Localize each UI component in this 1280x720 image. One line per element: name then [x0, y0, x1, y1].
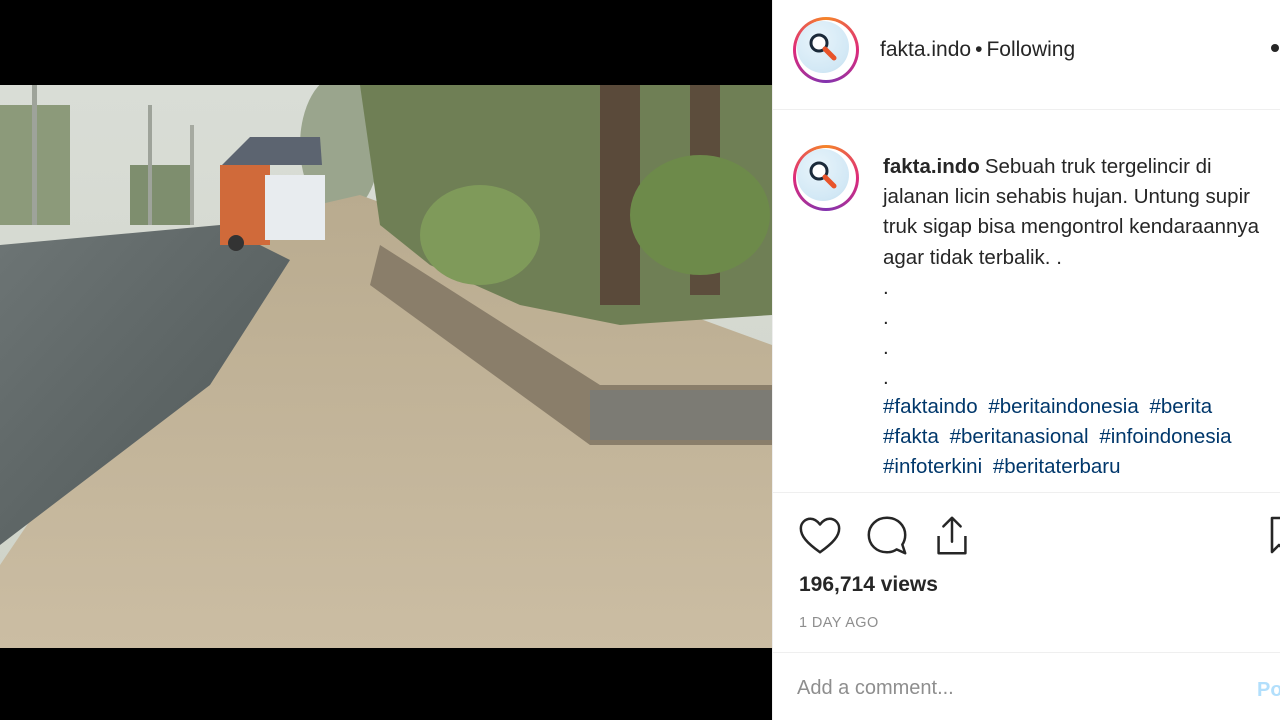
share-icon[interactable]: [929, 513, 975, 559]
caption-text: fakta.indo Sebuah truk tergelincir di jal…: [883, 152, 1279, 394]
hashtag-link[interactable]: #beritaindonesia: [988, 395, 1138, 418]
post-timestamp[interactable]: 1 DAY AGO: [799, 615, 879, 631]
video-player[interactable]: [0, 0, 772, 720]
comment-input[interactable]: [797, 677, 1217, 700]
hashtag-link[interactable]: #beritaterbaru: [993, 455, 1121, 478]
bookmark-icon[interactable]: [1269, 515, 1280, 555]
caption-avatar[interactable]: [793, 145, 859, 211]
following-button[interactable]: Following: [986, 38, 1075, 61]
hashtag-link[interactable]: #beritanasional: [950, 425, 1089, 448]
magnifier-logo-icon: [809, 161, 837, 189]
avatar[interactable]: [793, 17, 859, 83]
header-user-line: fakta.indo • Following: [880, 38, 1075, 62]
more-options-icon[interactable]: [1271, 44, 1279, 52]
hashtag-link[interactable]: #berita: [1149, 395, 1212, 418]
caption-body: Sebuah truk tergelincir di jalanan licin…: [883, 155, 1260, 390]
video-still: [0, 85, 772, 648]
hashtag-link[interactable]: #fakta: [883, 425, 939, 448]
heart-icon[interactable]: [797, 513, 843, 559]
username-link[interactable]: fakta.indo: [880, 38, 971, 61]
post-comment-button[interactable]: Post: [1257, 679, 1280, 702]
post-header: fakta.indo • Following: [773, 0, 1280, 110]
comment-icon[interactable]: [864, 513, 910, 559]
action-bar: 196,714 views 1 DAY AGO: [773, 492, 1280, 652]
hashtag-link[interactable]: #faktaindo: [883, 395, 978, 418]
post-panel: fakta.indo • Following fakta.indo Sebuah tr…: [772, 0, 1280, 720]
video-frame[interactable]: [0, 85, 772, 648]
separator-dot: •: [975, 38, 983, 61]
view-count[interactable]: 196,714 views: [799, 573, 938, 597]
hashtag-link[interactable]: #infoindonesia: [1099, 425, 1231, 448]
comment-form: Post: [773, 652, 1280, 720]
caption-username-link[interactable]: fakta.indo: [883, 155, 980, 178]
magnifier-logo-icon: [809, 33, 837, 61]
hashtag-list: #faktaindo #beritaindonesia #berita #fak…: [883, 392, 1279, 483]
hashtag-link[interactable]: #infoterkini: [883, 455, 982, 478]
